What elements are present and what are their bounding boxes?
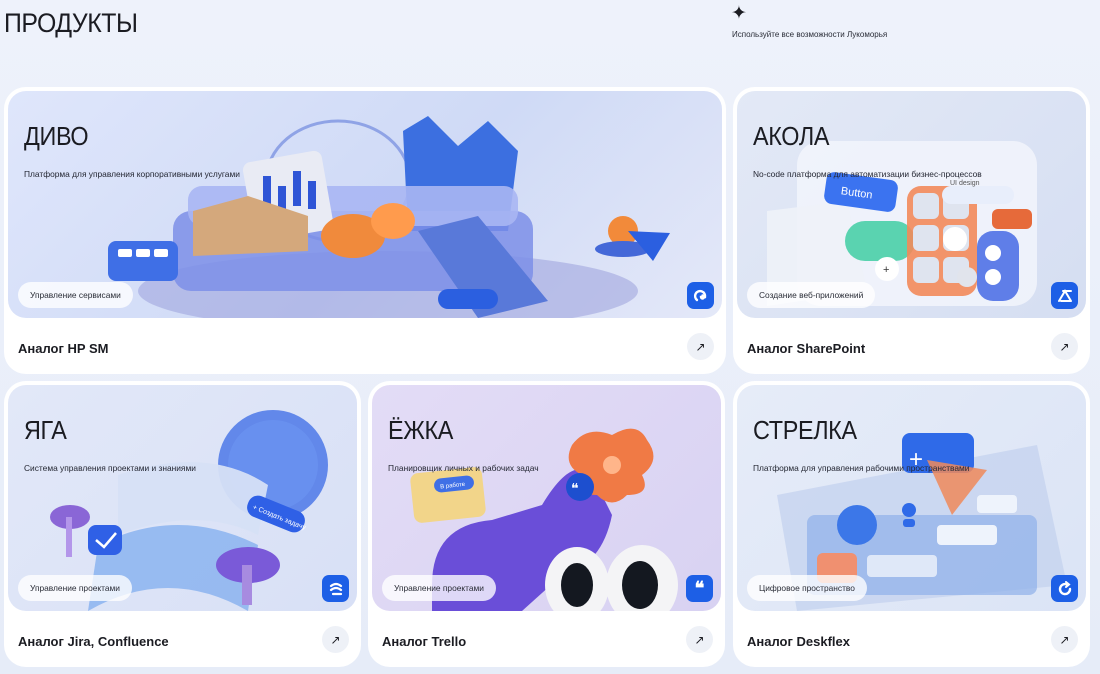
product-visual-yozhka: В работе ❝ ЁЖКА Планировщик личных и раб…	[372, 385, 721, 611]
brand-description: Платформа для управления рабочими простр…	[753, 463, 970, 473]
product-card-akola[interactable]: Button + UI design АКОЛА No-code платфор…	[733, 87, 1090, 374]
page-title: ПРОДУКТЫ	[4, 8, 138, 38]
brand-description: Платформа для управления корпоративными …	[24, 169, 240, 179]
open-arrow-button[interactable]: ↗	[1051, 626, 1078, 653]
brand-description: Система управления проектами и знаниями	[24, 463, 196, 473]
sparkle-icon: ✦	[731, 3, 747, 24]
open-arrow-button[interactable]: ↗	[687, 333, 714, 360]
brand-title: АКОЛА	[753, 121, 830, 151]
product-card-yaga[interactable]: + Создать задачу ЯГА Система управления …	[4, 381, 361, 667]
akola-logo-icon	[1051, 282, 1078, 309]
analog-name: Аналог Jira, Confluence	[18, 634, 169, 649]
product-visual-yaga: + Создать задачу ЯГА Система управления …	[8, 385, 357, 611]
product-card-yozhka[interactable]: В работе ❝ ЁЖКА Планировщик личных и раб…	[368, 381, 725, 667]
svg-text:+: +	[883, 264, 889, 276]
open-arrow-button[interactable]: ↗	[322, 626, 349, 653]
yaga-logo-icon	[322, 575, 349, 602]
product-visual-akola: Button + UI design АКОЛА No-code платфор…	[737, 91, 1086, 318]
category-pill: Управление проектами	[382, 575, 496, 601]
analog-name: Аналог Deskflex	[747, 634, 851, 649]
quote-icon: ❝	[686, 575, 713, 602]
refresh-icon	[1051, 575, 1078, 602]
product-card-strelka[interactable]: + СТРЕЛКА Платформа для управления рабоч…	[733, 381, 1090, 667]
product-card-divo[interactable]: ДИВО Платформа для управления корпоратив…	[4, 87, 726, 374]
analog-name: Аналог HP SM	[18, 341, 109, 356]
analog-name: Аналог SharePoint	[747, 341, 866, 356]
brand-title: ЁЖКА	[388, 415, 454, 445]
open-arrow-button[interactable]: ↗	[686, 626, 713, 653]
category-pill: Создание веб-приложений	[747, 282, 876, 308]
analog-name: Аналог Trello	[382, 634, 467, 649]
category-pill: Управление сервисами	[18, 282, 133, 308]
swirl-icon	[687, 282, 714, 309]
tagline: Используйте все возможности Лукоморья	[732, 30, 888, 39]
product-visual-strelka: + СТРЕЛКА Платформа для управления рабоч…	[737, 385, 1086, 611]
svg-text:❝: ❝	[571, 480, 579, 496]
brand-title: СТРЕЛКА	[753, 415, 857, 445]
brand-description: Планировщик личных и рабочих задач	[388, 463, 539, 473]
category-pill: Управление проектами	[18, 575, 132, 601]
brand-title: ДИВО	[24, 121, 89, 151]
product-visual-divo: ДИВО Платформа для управления корпоратив…	[8, 91, 722, 318]
ui-design-text: UI design	[950, 180, 980, 187]
open-arrow-button[interactable]: ↗	[1051, 333, 1078, 360]
category-pill: Цифровое пространство	[747, 575, 867, 601]
brand-description: No-code платформа для автоматизации бизн…	[753, 169, 982, 179]
brand-title: ЯГА	[24, 415, 67, 445]
